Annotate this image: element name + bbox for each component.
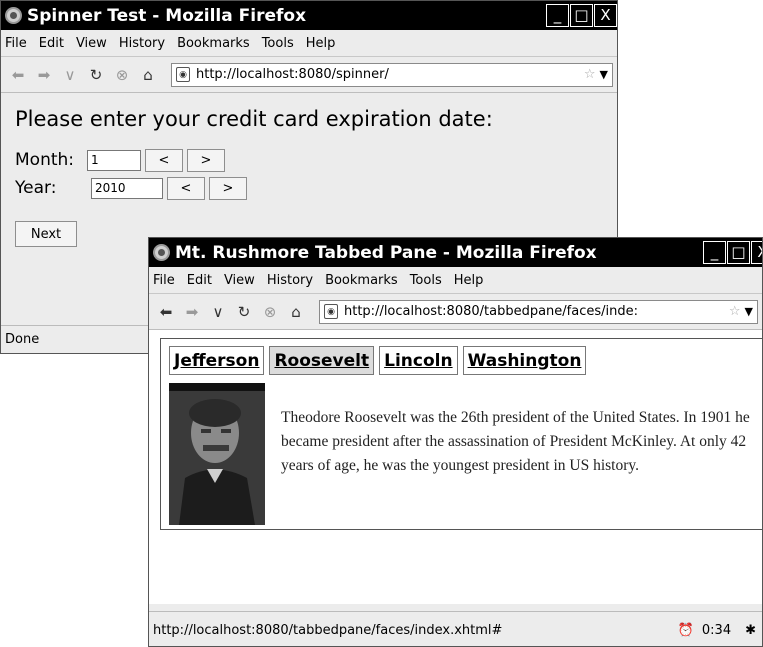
menu-history[interactable]: History (119, 36, 165, 51)
month-decrement-button[interactable]: < (145, 148, 183, 172)
window-controls: _ □ X (702, 241, 762, 264)
firefox-icon (153, 244, 170, 261)
menu-bookmarks[interactable]: Bookmarks (325, 273, 398, 288)
status-text: Done (5, 332, 40, 347)
status-right: ⏰ 0:34 ✱ (670, 623, 756, 638)
address-bar[interactable]: ◉ http://localhost:8080/spinner/ ☆ ▼ (171, 62, 613, 87)
minimize-button[interactable]: _ (703, 241, 726, 264)
clock-text: 0:34 (701, 622, 732, 638)
page-icon: ◉ (176, 67, 190, 82)
history-dropdown-icon[interactable]: ∨ (59, 64, 81, 86)
status-url: http://localhost:8080/tabbedpane/faces/i… (153, 622, 503, 638)
stop-icon[interactable]: ⊗ (259, 301, 281, 323)
tab-washington[interactable]: Washington (462, 346, 587, 375)
menu-bar: File Edit View History Bookmarks Tools H… (1, 30, 617, 57)
president-bio: Theodore Roosevelt was the 26th presiden… (281, 409, 750, 474)
roosevelt-portrait (169, 383, 265, 525)
url-text: http://localhost:8080/spinner/ (196, 67, 389, 82)
tab-label: Roosevelt (274, 350, 370, 371)
minimize-button[interactable]: _ (546, 4, 569, 27)
stop-icon[interactable]: ⊗ (111, 64, 133, 86)
tab-jefferson[interactable]: Jefferson (169, 346, 265, 375)
url-dropdown-icon[interactable]: ▼ (745, 305, 753, 318)
navigation-toolbar: ⬅ ➡ ∨ ↻ ⊗ ⌂ ◉ http://localhost:8080/tabb… (149, 294, 762, 330)
tab-roosevelt[interactable]: Roosevelt (269, 346, 375, 375)
menu-view[interactable]: View (224, 273, 255, 288)
menu-bar: File Edit View History Bookmarks Tools H… (149, 267, 762, 294)
menu-file[interactable]: File (153, 273, 175, 288)
navigation-toolbar: ⬅ ➡ ∨ ↻ ⊗ ⌂ ◉ http://localhost:8080/spin… (1, 57, 617, 93)
forward-arrow-icon[interactable]: ➡ (181, 301, 203, 323)
maximize-button[interactable]: □ (570, 4, 593, 27)
close-button[interactable]: X (594, 4, 617, 27)
firefox-icon (5, 7, 22, 24)
month-row: Month: < > (15, 147, 617, 173)
menu-edit[interactable]: Edit (39, 36, 64, 51)
address-bar[interactable]: ◉ http://localhost:8080/tabbedpane/faces… (319, 299, 758, 324)
month-increment-button[interactable]: > (187, 148, 225, 172)
history-dropdown-icon[interactable]: ∨ (207, 301, 229, 323)
forward-arrow-icon[interactable]: ➡ (33, 64, 55, 86)
url-text: http://localhost:8080/tabbedpane/faces/i… (344, 304, 638, 319)
menu-history[interactable]: History (267, 273, 313, 288)
tab-label: Jefferson (174, 350, 260, 371)
clock-icon: ⏰ (677, 622, 694, 638)
close-button[interactable]: X (751, 241, 762, 264)
menu-file[interactable]: File (5, 36, 27, 51)
month-label: Month: (15, 150, 75, 170)
window-controls: _ □ X (545, 4, 617, 27)
window-title: Mt. Rushmore Tabbed Pane - Mozilla Firef… (175, 242, 597, 263)
page-content: Jefferson Roosevelt Lincoln Washington T… (149, 330, 762, 604)
status-bar: http://localhost:8080/tabbedpane/faces/i… (149, 611, 762, 646)
tabbed-pane: Jefferson Roosevelt Lincoln Washington T… (160, 338, 762, 530)
page-icon: ◉ (324, 304, 338, 319)
menu-edit[interactable]: Edit (187, 273, 212, 288)
menu-help[interactable]: Help (454, 273, 484, 288)
window-title: Spinner Test - Mozilla Firefox (27, 5, 307, 26)
url-bar-end: ☆ ▼ (579, 67, 612, 82)
reload-icon[interactable]: ↻ (233, 301, 255, 323)
home-icon[interactable]: ⌂ (285, 301, 307, 323)
title-bar[interactable]: Mt. Rushmore Tabbed Pane - Mozilla Firef… (149, 238, 762, 267)
year-decrement-button[interactable]: < (167, 176, 205, 200)
reload-icon[interactable]: ↻ (85, 64, 107, 86)
portrait-image (169, 383, 265, 525)
menu-bookmarks[interactable]: Bookmarks (177, 36, 250, 51)
month-field[interactable] (87, 149, 141, 171)
home-icon[interactable]: ⌂ (137, 64, 159, 86)
menu-tools[interactable]: Tools (410, 273, 442, 288)
page-heading: Please enter your credit card expiration… (15, 107, 493, 131)
year-field[interactable] (91, 177, 163, 199)
next-button[interactable]: Next (15, 221, 77, 247)
tabbed-pane-window: Mt. Rushmore Tabbed Pane - Mozilla Firef… (148, 237, 763, 647)
back-arrow-icon[interactable]: ⬅ (7, 64, 29, 86)
maximize-button[interactable]: □ (727, 241, 750, 264)
year-label: Year: (15, 178, 57, 198)
title-bar[interactable]: Spinner Test - Mozilla Firefox _ □ X (1, 1, 617, 30)
star-icon[interactable]: ☆ (729, 304, 741, 319)
tab-label: Lincoln (384, 350, 453, 371)
menu-tools[interactable]: Tools (262, 36, 294, 51)
url-dropdown-icon[interactable]: ▼ (600, 68, 608, 81)
tab-label: Washington (467, 350, 582, 371)
url-bar-end: ☆ ▼ (724, 304, 757, 319)
menu-view[interactable]: View (76, 36, 107, 51)
year-row: Year: < > (15, 175, 617, 201)
tab-strip: Jefferson Roosevelt Lincoln Washington (169, 346, 591, 375)
tab-lincoln[interactable]: Lincoln (379, 346, 458, 375)
back-arrow-icon[interactable]: ⬅ (155, 301, 177, 323)
star-icon[interactable]: ☆ (584, 67, 596, 82)
year-increment-button[interactable]: > (209, 176, 247, 200)
menu-help[interactable]: Help (306, 36, 336, 51)
extension-icon[interactable]: ✱ (745, 623, 756, 638)
